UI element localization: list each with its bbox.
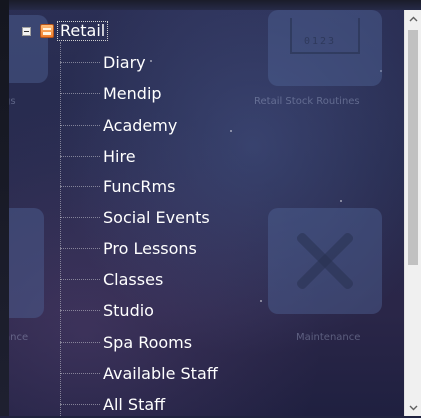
tree-item-label[interactable]: Mendip [103, 84, 162, 103]
tree-item-classes[interactable]: Classes [60, 265, 163, 293]
tree-item-pro-lessons[interactable]: Pro Lessons [60, 234, 197, 262]
tree-item-label[interactable]: Pro Lessons [103, 239, 197, 258]
tree-item-studio[interactable]: Studio [60, 296, 154, 324]
tree-item-label[interactable]: Spa Rooms [103, 333, 192, 352]
tree-item-label[interactable]: Diary [103, 53, 146, 72]
chevron-up-icon [409, 16, 417, 21]
collapse-icon[interactable] [22, 26, 31, 36]
tree-root-retail[interactable]: Retail [22, 20, 109, 42]
tree-connector [60, 155, 100, 157]
tree-item-funcrms[interactable]: FuncRms [60, 172, 175, 200]
tree-item-label[interactable]: Hire [103, 147, 136, 166]
tree-connector [60, 185, 100, 187]
tree-item-academy[interactable]: Academy [60, 111, 177, 139]
tree-item-label[interactable]: Academy [103, 116, 177, 135]
tree-item-spa-rooms[interactable]: Spa Rooms [60, 328, 192, 356]
tree-item-available-staff[interactable]: Available Staff [60, 359, 218, 387]
vertical-scrollbar[interactable] [404, 10, 421, 416]
tree-connector [60, 372, 100, 374]
tree-item-hire[interactable]: Hire [60, 142, 136, 170]
tree-connector [60, 278, 100, 280]
tree-item-social-events[interactable]: Social Events [60, 203, 210, 231]
tree-item-diary[interactable]: Diary [60, 48, 146, 76]
tree-connector [60, 309, 100, 311]
tree-item-label[interactable]: All Staff [103, 395, 165, 414]
tree-connector [60, 341, 100, 343]
tree-root-label[interactable]: Retail [57, 21, 109, 41]
tree-connector [60, 403, 100, 405]
tree-item-label[interactable]: Social Events [103, 208, 210, 227]
tree-connector [60, 92, 100, 94]
chevron-down-icon [409, 405, 417, 410]
tree-connector [60, 124, 100, 126]
tree-item-all-staff[interactable]: All Staff [60, 390, 165, 418]
tree-connector [60, 216, 100, 218]
tree-item-mendip[interactable]: Mendip [60, 79, 162, 107]
tree-view[interactable]: Retail Diary Mendip Academy Hire FuncRms… [0, 0, 404, 416]
tree-item-label[interactable]: Classes [103, 270, 163, 289]
scroll-up-button[interactable] [405, 10, 421, 27]
tree-item-label[interactable]: Studio [103, 301, 154, 320]
tree-item-label[interactable]: Available Staff [103, 364, 218, 383]
scroll-down-button[interactable] [405, 399, 421, 416]
tree-connector [60, 61, 100, 63]
folder-icon [40, 24, 54, 38]
scroll-thumb[interactable] [408, 30, 418, 265]
tree-connector [60, 247, 100, 249]
tree-item-label[interactable]: FuncRms [103, 177, 175, 196]
